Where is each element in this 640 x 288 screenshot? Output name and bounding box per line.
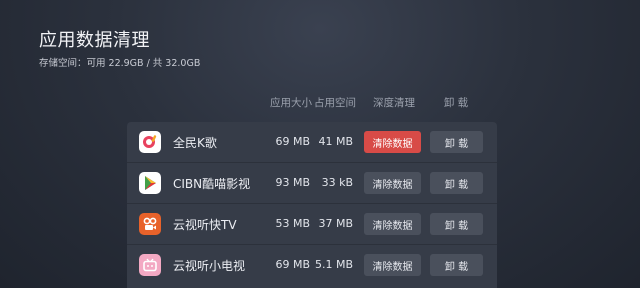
table-row: 云视听小电视 69 MB 5.1 MB 清除数据 卸 载 [127,245,497,285]
app-size: 53 MB [275,217,310,230]
karaoke-icon [139,131,161,153]
app-size: 69 MB [275,258,310,271]
table-row: CIBN酷喵影视 93 MB 33 kB 清除数据 卸 载 [127,163,497,203]
column-header-uninstall: 卸 载 [443,97,469,109]
uninstall-button[interactable]: 卸 载 [430,213,483,235]
tv-app-icon [139,254,161,276]
app-size: 69 MB [275,135,310,148]
app-used-space: 5.1 MB [314,258,353,271]
clear-data-button[interactable]: 清除数据 [364,131,421,153]
app-used-space: 41 MB [318,135,353,148]
uninstall-button[interactable]: 卸 载 [430,131,483,153]
app-name: 云视听快TV [173,218,237,232]
app-name: CIBN酷喵影视 [173,177,251,191]
app-used-space: 37 MB [318,217,353,230]
table-row: 全民K歌 69 MB 41 MB 清除数据 卸 载 [127,122,497,162]
app-name: 云视听小电视 [173,259,246,273]
uninstall-button[interactable]: 卸 载 [430,172,483,194]
app-name: 全民K歌 [173,136,217,150]
column-header-used: 占用空间 [314,97,356,109]
page-title: 应用数据清理 [39,30,150,51]
video-app-icon [139,213,161,235]
clear-data-button[interactable]: 清除数据 [364,172,421,194]
table-row: 云视听快TV 53 MB 37 MB 清除数据 卸 载 [127,204,497,244]
clear-data-button[interactable]: 清除数据 [364,213,421,235]
app-used-space: 33 kB [321,176,353,189]
uninstall-button[interactable]: 卸 载 [430,254,483,276]
storage-info: 存储空间：可用 22.9GB / 共 32.0GB [39,58,201,69]
play-store-icon [139,172,161,194]
clear-data-button[interactable]: 清除数据 [364,254,421,276]
column-header-clear: 深度清理 [373,97,415,109]
app-size: 93 MB [275,176,310,189]
